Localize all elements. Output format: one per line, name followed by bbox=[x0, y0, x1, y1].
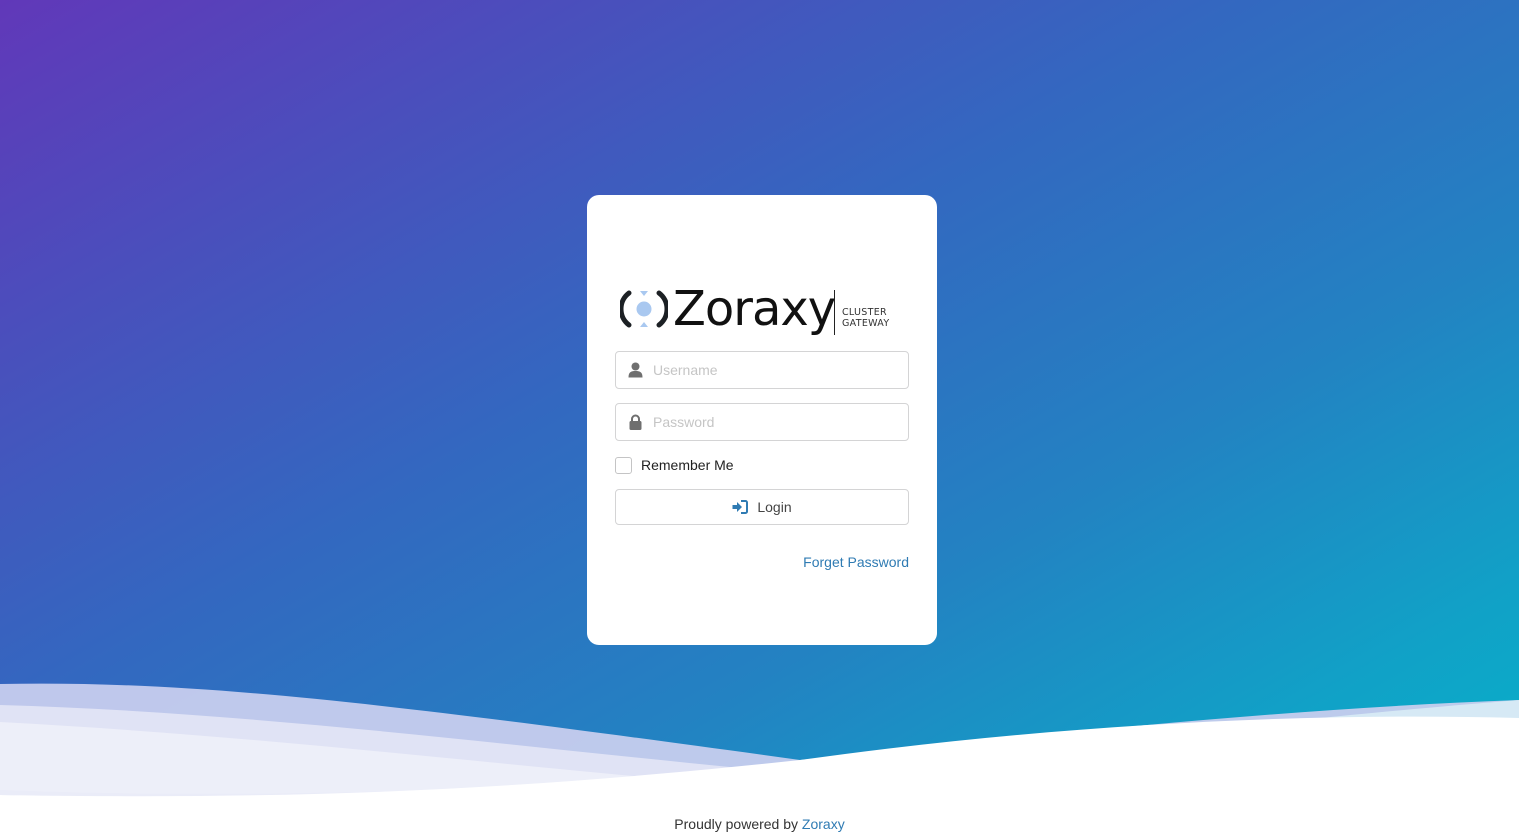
username-field bbox=[615, 351, 909, 389]
forget-password-link[interactable]: Forget Password bbox=[803, 554, 909, 570]
footer-text: Proudly powered by bbox=[674, 816, 802, 832]
zoraxy-logo-icon bbox=[620, 290, 668, 328]
username-input[interactable] bbox=[653, 352, 903, 388]
lock-icon bbox=[629, 414, 642, 430]
brand-name: Zoraxy bbox=[673, 281, 836, 337]
brand-tagline-line1: CLUSTER bbox=[842, 307, 887, 318]
brand-tagline-line2: GATEWAY bbox=[842, 318, 890, 329]
sign-in-icon bbox=[732, 500, 749, 514]
user-icon bbox=[628, 362, 643, 378]
logo-divider bbox=[834, 290, 835, 335]
login-button-label: Login bbox=[757, 499, 792, 515]
brand-tagline: CLUSTER GATEWAY bbox=[842, 307, 889, 329]
remember-me-label[interactable]: Remember Me bbox=[641, 457, 734, 474]
password-input[interactable] bbox=[653, 404, 903, 440]
login-card: Zoraxy CLUSTER GATEWAY Remember Me Login… bbox=[587, 195, 937, 645]
login-button[interactable]: Login bbox=[615, 489, 909, 525]
password-field bbox=[615, 403, 909, 441]
zoraxy-logo: Zoraxy CLUSTER GATEWAY bbox=[620, 281, 900, 341]
footer: Proudly powered by Zoraxy bbox=[0, 815, 1519, 833]
footer-zoraxy-link[interactable]: Zoraxy bbox=[802, 816, 845, 832]
remember-me-checkbox[interactable] bbox=[615, 457, 632, 474]
